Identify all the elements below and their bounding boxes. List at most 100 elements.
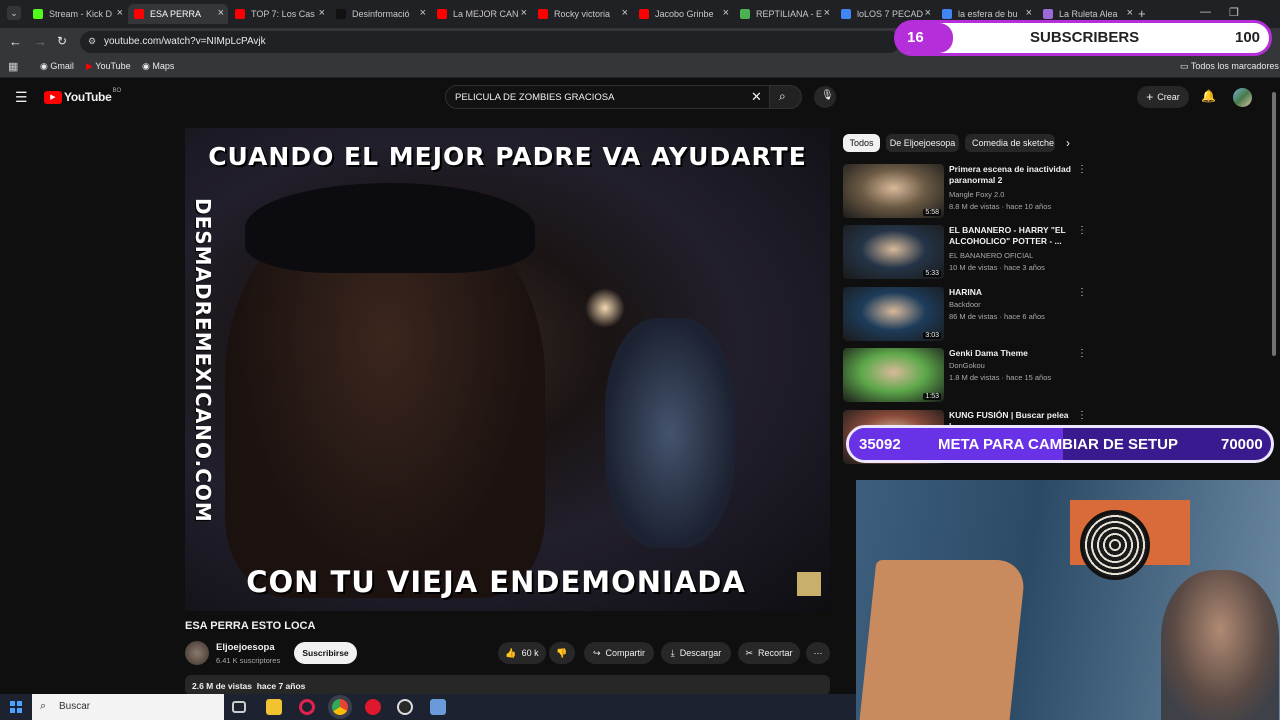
recommended-video[interactable]: 1:53 Genki Dama Theme DonGokou 1.8 M de vis… <box>843 348 1087 404</box>
share-button[interactable]: ↪ Compartir <box>584 642 654 664</box>
opera-icon[interactable] <box>365 699 381 715</box>
taskbar-search[interactable]: ⌕ Buscar <box>32 694 224 720</box>
recommended-video[interactable]: 3:03 HARINA Backdoor 86 M de vistas · hace … <box>843 287 1087 343</box>
globe-icon: ◉ <box>142 61 153 71</box>
notifications-icon[interactable]: 🔔 <box>1201 89 1216 103</box>
recommended-channel[interactable]: EL BANANERO OFICIAL <box>949 251 1033 260</box>
browser-tab[interactable]: Rocky victoria × <box>532 4 632 24</box>
search-input[interactable]: PELICULA DE ZOMBIES GRACIOSA <box>455 92 614 103</box>
tab-list-icon[interactable]: ⌄ <box>7 6 21 20</box>
like-button[interactable]: 👍 60 k <box>498 642 546 664</box>
recommended-video[interactable]: 5:33 EL BANANERO - HARRY "EL ALCOHOLICO" … <box>843 225 1087 281</box>
search-button[interactable]: ⌕ <box>770 85 802 109</box>
tab-favicon-icon <box>942 9 952 19</box>
recommended-title[interactable]: Primera escena de inactividad paranormal… <box>949 164 1071 186</box>
subscribe-label: Suscribirse <box>302 648 349 658</box>
voice-search-button[interactable]: 🎙 <box>814 86 836 108</box>
browser-tab[interactable]: ESA PERRA × <box>128 4 228 24</box>
obs-icon[interactable] <box>397 699 413 715</box>
recommended-meta: 1.8 M de vistas · hace 15 años <box>949 373 1052 382</box>
restore-icon[interactable]: ❐ <box>1229 6 1239 19</box>
recommended-channel[interactable]: Mangle Foxy 2.0 <box>949 190 1004 199</box>
bookmark-youtube[interactable]: ▶ YouTube <box>86 61 131 72</box>
video-player[interactable]: CUANDO EL MEJOR PADRE VA AYUDARTE DESMAD… <box>185 128 830 611</box>
apps-icon[interactable]: ▦ <box>8 60 18 73</box>
all-bookmarks[interactable]: ▭ Todos los marcadores <box>1180 61 1279 72</box>
channel-avatar[interactable] <box>185 641 209 665</box>
windows-start-icon[interactable] <box>10 701 22 713</box>
video-thumbnail[interactable]: 5:33 <box>843 225 944 279</box>
more-options-icon[interactable]: ⋮ <box>1077 225 1087 236</box>
channel-name[interactable]: Eljoejoesopa <box>216 642 275 653</box>
close-tab-icon[interactable]: × <box>925 7 931 19</box>
tab-favicon-icon <box>235 9 245 19</box>
close-tab-icon[interactable]: × <box>622 7 628 19</box>
reload-icon[interactable]: ↻ <box>57 34 67 48</box>
close-tab-icon[interactable]: × <box>117 7 123 19</box>
search-box[interactable]: PELICULA DE ZOMBIES GRACIOSA ✕ <box>445 85 770 109</box>
browser-tab[interactable]: Stream - Kick D × <box>27 4 127 24</box>
close-tab-icon[interactable]: × <box>521 7 527 19</box>
close-tab-icon[interactable]: × <box>824 7 830 19</box>
more-options-icon[interactable]: ⋮ <box>1077 348 1087 359</box>
recommended-video[interactable]: 5:58 Primera escena de inactividad parano… <box>843 164 1087 220</box>
notepad-icon[interactable] <box>430 699 446 715</box>
video-thumbnail[interactable]: 5:58 <box>843 164 944 218</box>
clip-button[interactable]: ✂ Recortar <box>738 642 800 664</box>
recommended-channel[interactable]: DonGokou <box>949 361 985 370</box>
webcam-person <box>1161 570 1279 720</box>
url-text[interactable]: youtube.com/watch?v=NIMpLcPAvjk <box>104 36 266 47</box>
recommended-title[interactable]: EL BANANERO - HARRY "EL ALCOHOLICO" POTT… <box>949 225 1071 247</box>
clear-search-icon[interactable]: ✕ <box>751 89 762 105</box>
menu-icon[interactable]: ☰ <box>15 89 28 106</box>
more-actions-button[interactable]: ⋯ <box>806 642 830 664</box>
video-thumbnail[interactable]: 3:03 <box>843 287 944 341</box>
bookmark-gmail[interactable]: ◉ Gmail <box>40 61 74 72</box>
task-view-icon[interactable] <box>232 701 246 713</box>
minimize-icon[interactable]: — <box>1200 6 1211 18</box>
file-explorer-icon[interactable] <box>266 699 282 715</box>
chip-channel[interactable]: De Eljoejoesopa <box>886 134 959 152</box>
more-options-icon[interactable]: ⋮ <box>1077 410 1087 421</box>
bookmark-label: YouTube <box>95 61 131 71</box>
browser-tab[interactable]: Jacobo Grinbe × <box>633 4 733 24</box>
scissors-icon: ✂ <box>745 647 754 658</box>
back-icon[interactable]: ← <box>9 34 22 49</box>
new-tab-button[interactable]: + <box>1138 6 1146 21</box>
chevron-right-icon[interactable]: › <box>1066 136 1070 150</box>
more-options-icon[interactable]: ⋮ <box>1077 287 1087 298</box>
video-title: ESA PERRA ESTO LOCA <box>185 620 316 632</box>
more-options-icon[interactable]: ⋮ <box>1077 164 1087 175</box>
subscribe-button[interactable]: Suscribirse <box>294 642 357 664</box>
close-tab-icon[interactable]: × <box>723 7 729 19</box>
bookmark-maps[interactable]: ◉ Maps <box>142 61 174 72</box>
recommended-channel[interactable]: Backdoor <box>949 300 981 309</box>
chip-comedy[interactable]: Comedia de sketche <box>965 134 1055 152</box>
browser-tab[interactable]: TOP 7: Los Cas × <box>229 4 329 24</box>
close-tab-icon[interactable]: × <box>319 7 325 19</box>
close-tab-icon[interactable]: × <box>1026 7 1032 19</box>
youtube-logo[interactable]: ▶ YouTube BO <box>44 88 121 104</box>
browser-tab[interactable]: La MEJOR CAN × <box>431 4 531 24</box>
forward-icon[interactable]: → <box>34 34 47 49</box>
chip-all[interactable]: Todos <box>843 134 880 152</box>
recommended-title[interactable]: HARINA <box>949 287 1071 298</box>
close-tab-icon[interactable]: × <box>1127 7 1133 19</box>
chrome-icon[interactable] <box>332 699 348 715</box>
opera-gx-icon[interactable] <box>299 699 315 715</box>
recommended-title[interactable]: Genki Dama Theme <box>949 348 1071 359</box>
create-button[interactable]: + Crear <box>1137 86 1189 108</box>
browser-tab[interactable]: Desinformació × <box>330 4 430 24</box>
tab-favicon-icon <box>1043 9 1053 19</box>
avatar[interactable] <box>1233 88 1252 107</box>
chip-label: Comedia de sketche <box>972 138 1055 148</box>
site-info-icon[interactable]: ⚙ <box>88 36 96 47</box>
dislike-button[interactable]: 👎 <box>549 642 575 664</box>
browser-tab[interactable]: REPTILIANA - E × <box>734 4 834 24</box>
page-scrollbar[interactable] <box>1272 92 1276 356</box>
video-thumbnail[interactable]: 1:53 <box>843 348 944 402</box>
download-button[interactable]: ⤓ Descargar <box>661 642 731 664</box>
chip-label: Todos <box>849 138 874 148</box>
close-tab-icon[interactable]: × <box>218 7 224 19</box>
close-tab-icon[interactable]: × <box>420 7 426 19</box>
